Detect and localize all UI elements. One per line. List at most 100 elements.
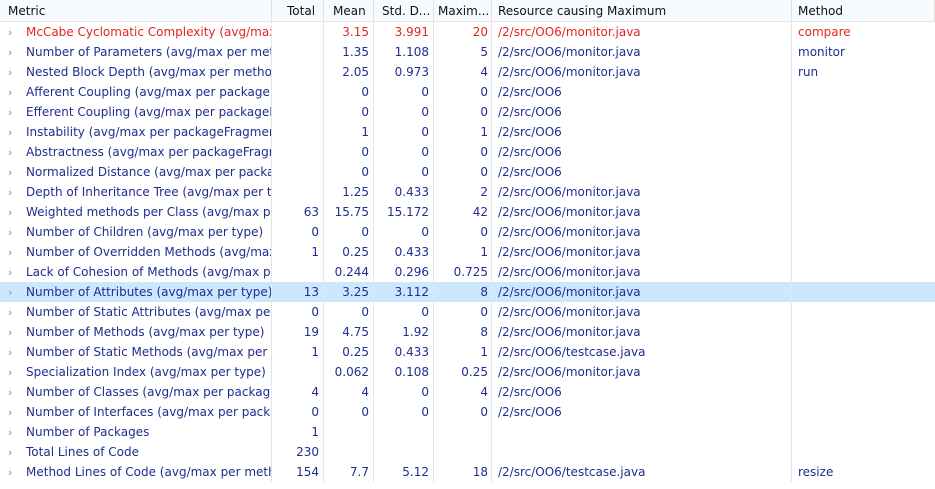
table-row[interactable]: › Efferent Coupling (avg/max per packageF… [0, 102, 935, 122]
std-dev-value-cell: 1.92 [374, 322, 434, 342]
std-dev-value-cell [374, 442, 434, 462]
method-name-cell [792, 442, 935, 462]
table-row[interactable]: › Number of Packages 1 [0, 422, 935, 442]
chevron-right-icon[interactable]: › [8, 443, 26, 462]
std-dev-value-cell: 3.112 [374, 282, 434, 302]
table-row[interactable]: › Normalized Distance (avg/max per packag… [0, 162, 935, 182]
metric-name-cell: › Depth of Inheritance Tree (avg/max per … [0, 182, 272, 202]
column-header-maximum[interactable]: Maxim... [434, 0, 492, 21]
column-header-total[interactable]: Total [272, 0, 324, 21]
metric-name-cell: › Number of Interfaces (avg/max per packa [0, 402, 272, 422]
chevron-right-icon[interactable]: › [8, 123, 26, 142]
maximum-value-cell: 1 [434, 122, 492, 142]
table-row[interactable]: › Number of Parameters (avg/max per meth 1… [0, 42, 935, 62]
table-row[interactable]: › Nested Block Depth (avg/max per methoc 2… [0, 62, 935, 82]
chevron-right-icon[interactable]: › [8, 103, 26, 122]
table-row[interactable]: › Specialization Index (avg/max per type)… [0, 362, 935, 382]
table-row[interactable]: › Number of Attributes (avg/max per type)… [0, 282, 935, 302]
method-name-cell [792, 342, 935, 362]
metric-name-cell: › Afferent Coupling (avg/max per packageF [0, 82, 272, 102]
maximum-value-cell: 4 [434, 382, 492, 402]
metric-name-cell: › Efferent Coupling (avg/max per packageF… [0, 102, 272, 122]
mean-value-cell: 15.75 [324, 202, 374, 222]
chevron-right-icon[interactable]: › [8, 143, 26, 162]
metric-name-cell: › Number of Static Attributes (avg/max pe… [0, 302, 272, 322]
chevron-right-icon[interactable]: › [8, 23, 26, 42]
column-header-mean[interactable]: Mean [324, 0, 374, 21]
mean-value-cell: 1 [324, 122, 374, 142]
chevron-right-icon[interactable]: › [8, 163, 26, 182]
table-row[interactable]: › Depth of Inheritance Tree (avg/max per … [0, 182, 935, 202]
chevron-right-icon[interactable]: › [8, 263, 26, 282]
chevron-right-icon[interactable]: › [8, 43, 26, 62]
table-row[interactable]: › Number of Methods (avg/max per type) 19 4… [0, 322, 935, 342]
metric-label: Number of Static Attributes (avg/max per [26, 305, 272, 319]
chevron-right-icon[interactable]: › [8, 83, 26, 102]
metric-name-cell: › Number of Children (avg/max per type) [0, 222, 272, 242]
resource-path-cell: /2/src/OO6/monitor.java [492, 262, 792, 282]
table-row[interactable]: › Number of Children (avg/max per type) 0 0… [0, 222, 935, 242]
maximum-value-cell: 0 [434, 222, 492, 242]
resource-path-cell: /2/src/OO6 [492, 142, 792, 162]
metrics-table: Metric Total Mean Std. D... Maxim... Res… [0, 0, 935, 489]
chevron-right-icon[interactable]: › [8, 363, 26, 382]
table-row[interactable]: › Number of Interfaces (avg/max per packa… [0, 402, 935, 422]
mean-value-cell: 0 [324, 222, 374, 242]
table-row[interactable]: › McCabe Cyclomatic Complexity (avg/max 3.… [0, 22, 935, 42]
chevron-right-icon[interactable]: › [8, 343, 26, 362]
metric-name-cell: › Number of Overridden Methods (avg/max [0, 242, 272, 262]
metric-label: Abstractness (avg/max per packageFragm [26, 145, 272, 159]
chevron-right-icon[interactable]: › [8, 463, 26, 482]
maximum-value-cell: 0.725 [434, 262, 492, 282]
chevron-right-icon[interactable]: › [8, 223, 26, 242]
std-dev-value-cell: 0 [374, 102, 434, 122]
table-row[interactable]: › Afferent Coupling (avg/max per packageF… [0, 82, 935, 102]
chevron-right-icon[interactable]: › [8, 203, 26, 222]
total-value-cell [272, 262, 324, 282]
table-row[interactable]: › Lack of Cohesion of Methods (avg/max pe… [0, 262, 935, 282]
chevron-right-icon[interactable]: › [8, 423, 26, 442]
chevron-right-icon[interactable]: › [8, 63, 26, 82]
total-value-cell: 1 [272, 422, 324, 442]
resource-path-cell [492, 422, 792, 442]
mean-value-cell: 0.062 [324, 362, 374, 382]
column-header-resource[interactable]: Resource causing Maximum [492, 0, 792, 21]
column-header-method[interactable]: Method [792, 0, 935, 21]
chevron-right-icon[interactable]: › [8, 243, 26, 262]
maximum-value-cell: 0 [434, 142, 492, 162]
resource-path-cell: /2/src/OO6 [492, 162, 792, 182]
metric-label: Instability (avg/max per packageFragment [26, 125, 272, 139]
table-row[interactable]: › Weighted methods per Class (avg/max pe 6… [0, 202, 935, 222]
chevron-right-icon[interactable]: › [8, 303, 26, 322]
table-row[interactable]: › Total Lines of Code 230 [0, 442, 935, 462]
mean-value-cell: 0 [324, 302, 374, 322]
mean-value-cell: 3.15 [324, 22, 374, 42]
table-row[interactable]: › Number of Static Attributes (avg/max pe… [0, 302, 935, 322]
metric-name-cell: › Method Lines of Code (avg/max per meth [0, 462, 272, 482]
chevron-right-icon[interactable]: › [8, 183, 26, 202]
table-row[interactable]: › Number of Overridden Methods (avg/max 1 0… [0, 242, 935, 262]
column-header-metric[interactable]: Metric [0, 0, 272, 21]
column-header-std-dev[interactable]: Std. D... [374, 0, 434, 21]
maximum-value-cell: 18 [434, 462, 492, 482]
table-row[interactable]: › Instability (avg/max per packageFragmen… [0, 122, 935, 142]
method-name-cell [792, 322, 935, 342]
chevron-right-icon[interactable]: › [8, 283, 26, 302]
std-dev-value-cell: 15.172 [374, 202, 434, 222]
table-row[interactable]: › Number of Static Methods (avg/max per t… [0, 342, 935, 362]
std-dev-value-cell: 0 [374, 82, 434, 102]
table-row[interactable]: › Abstractness (avg/max per packageFragm 0… [0, 142, 935, 162]
chevron-right-icon[interactable]: › [8, 323, 26, 342]
table-row[interactable]: › Number of Classes (avg/max per package 4… [0, 382, 935, 402]
mean-value-cell: 0 [324, 102, 374, 122]
chevron-right-icon[interactable]: › [8, 403, 26, 422]
total-value-cell [272, 82, 324, 102]
total-value-cell: 0 [272, 222, 324, 242]
maximum-value-cell [434, 442, 492, 462]
resource-path-cell: /2/src/OO6 [492, 82, 792, 102]
chevron-right-icon[interactable]: › [8, 383, 26, 402]
method-name-cell [792, 382, 935, 402]
metric-name-cell: › Normalized Distance (avg/max per packag [0, 162, 272, 182]
table-row[interactable]: › Method Lines of Code (avg/max per meth 1… [0, 462, 935, 482]
std-dev-value-cell: 0.108 [374, 362, 434, 382]
